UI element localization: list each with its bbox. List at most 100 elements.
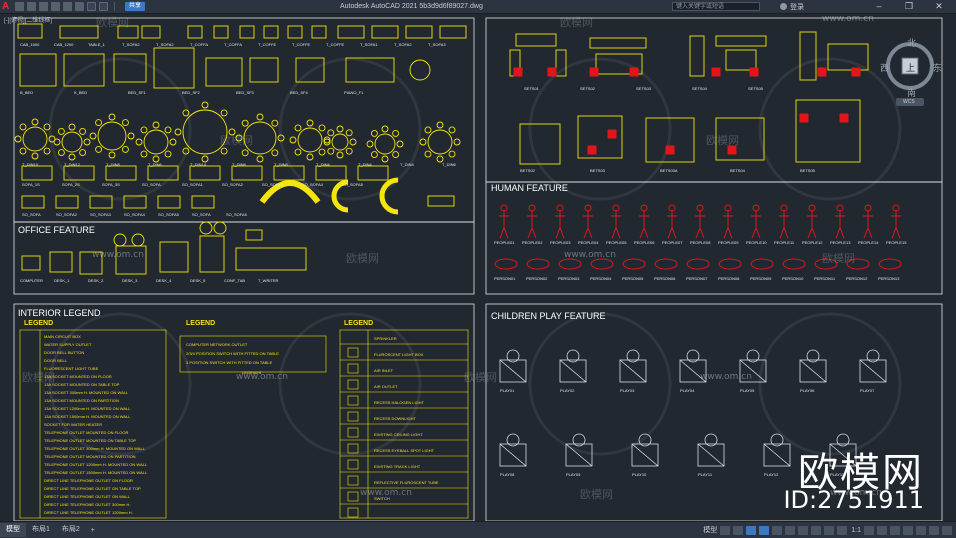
legend-row: TELEPHONE OUTLET 300mm H. MOUNTED ON WAL… xyxy=(44,446,145,451)
chair xyxy=(127,132,135,140)
furniture-block xyxy=(239,25,255,39)
person-figure xyxy=(528,204,536,212)
web-mobile-icon[interactable] xyxy=(63,2,72,11)
play-label: PLAY10 xyxy=(632,472,647,477)
chair xyxy=(318,124,326,132)
block-label: T_DIN8 xyxy=(106,162,120,167)
person-label: PERSON01 xyxy=(494,276,516,281)
tab-layout1[interactable]: 布局1 xyxy=(26,523,56,537)
viewcube-top-face[interactable]: 上 xyxy=(906,61,915,74)
legend-row: DIRECT LINE TELEPHONE OUTLET 300mm H. xyxy=(44,502,131,507)
customize-menu-icon[interactable] xyxy=(942,525,952,535)
grid-icon[interactable] xyxy=(720,525,731,535)
furniture-block xyxy=(59,25,99,39)
person-label: PERSON11 xyxy=(814,276,836,281)
legend-symbol xyxy=(347,347,359,358)
sofa-block xyxy=(315,165,347,181)
person-label: PERSON08 xyxy=(718,276,740,281)
chair xyxy=(294,148,302,156)
login-area[interactable]: 登录 xyxy=(780,0,804,13)
furniture-block xyxy=(187,25,203,39)
toolbar-separator xyxy=(114,2,115,11)
autocad-logo-icon[interactable]: A xyxy=(2,1,12,12)
settings-gear-icon[interactable] xyxy=(864,525,874,535)
legend-symbol xyxy=(347,411,359,422)
legend-row: 13A SOCKET MOUNTED ON TABLE TOP xyxy=(44,382,120,387)
legend-row: DOOR BELL xyxy=(44,358,67,363)
chair xyxy=(31,118,39,126)
wcs-menu[interactable]: WCS xyxy=(903,99,915,105)
add-layout-button[interactable]: + xyxy=(86,527,100,534)
block-label: T_COFFA xyxy=(224,42,243,47)
red-accent xyxy=(851,67,861,77)
person-figure xyxy=(779,211,789,239)
ortho-icon[interactable] xyxy=(746,525,757,535)
person-label: PEOPLE08 xyxy=(690,240,711,245)
undo-icon[interactable] xyxy=(87,2,96,11)
add-icon[interactable] xyxy=(877,525,887,535)
dining-table xyxy=(22,126,48,152)
block-label: T_COFFE xyxy=(292,42,311,47)
furniture-block xyxy=(263,25,279,39)
block-label: PIANO_F1 xyxy=(344,90,364,95)
open-file-icon[interactable] xyxy=(27,2,36,11)
red-accent xyxy=(589,67,599,77)
save-icon[interactable] xyxy=(39,2,48,11)
person-label: PERSON09 xyxy=(750,276,772,281)
viewcube-north[interactable]: 北 xyxy=(907,36,916,49)
transparency-icon[interactable] xyxy=(811,525,822,535)
annotation-icon[interactable] xyxy=(837,525,848,535)
search-input[interactable]: 键入关键字或短语 xyxy=(672,2,760,11)
viewcube-east[interactable]: 东 xyxy=(933,61,942,74)
chair xyxy=(31,152,39,160)
workspace-icon[interactable] xyxy=(890,525,900,535)
furniture-block xyxy=(405,25,433,39)
snap-icon[interactable] xyxy=(733,525,744,535)
share-button[interactable]: 共享 xyxy=(125,2,146,11)
chair xyxy=(448,126,456,134)
living-label: BETS05 xyxy=(800,168,815,173)
hardware-acceleration-icon[interactable] xyxy=(916,525,926,535)
viewcube-west[interactable]: 西 xyxy=(880,61,889,74)
block-label: SO_SOFA4 xyxy=(124,212,145,217)
new-file-icon[interactable] xyxy=(15,2,24,11)
chair xyxy=(256,113,264,121)
osnap-icon[interactable] xyxy=(772,525,783,535)
legend-row: 13A SOCKET MOUNTED ON PARTITION xyxy=(44,398,119,403)
block-label: SO_SOFA4 xyxy=(302,182,323,187)
isolate-objects-icon[interactable] xyxy=(903,525,913,535)
legend-row: RECESS DOWNLIGHT xyxy=(374,416,417,421)
login-label[interactable]: 登录 xyxy=(790,2,804,12)
furniture-block xyxy=(141,25,161,39)
person-figure xyxy=(583,211,593,239)
view-control-label[interactable]: [-][俯视][二维线框] xyxy=(4,15,52,24)
model-space-label[interactable]: 模型 xyxy=(703,525,717,535)
person-figure xyxy=(807,211,817,239)
print-icon[interactable] xyxy=(75,2,84,11)
chair xyxy=(396,140,404,148)
block-label: T_DIN8 xyxy=(232,162,246,167)
chair xyxy=(121,119,129,127)
fullscreen-icon[interactable] xyxy=(929,525,939,535)
viewcube[interactable]: 北 南 东 西 上 WCS xyxy=(878,36,942,114)
viewcube-south[interactable]: 南 xyxy=(907,86,916,99)
selection-cycling-icon[interactable] xyxy=(824,525,835,535)
minimize-button[interactable]: – xyxy=(868,0,890,13)
tab-layout2[interactable]: 布局2 xyxy=(56,523,86,537)
watermark-url: www.om.cn xyxy=(822,14,874,24)
chair xyxy=(113,233,127,247)
lineweight-icon[interactable] xyxy=(798,525,809,535)
drawing-canvas[interactable]: [-][俯视][二维线框] OFFICE FEATURE HUMAN FEATU… xyxy=(0,14,956,521)
legend-row: 3 POSITION SWITCH WITH FITTED ON TABLE xyxy=(186,360,273,365)
save-as-icon[interactable] xyxy=(51,2,60,11)
block-label: T_COFFE xyxy=(326,42,345,47)
annotation-scale[interactable]: 1:1 xyxy=(851,527,861,534)
sofa-block xyxy=(157,195,181,209)
polar-icon[interactable] xyxy=(759,525,770,535)
close-button[interactable]: ✕ xyxy=(928,0,950,13)
tab-model[interactable]: 模型 xyxy=(0,523,26,537)
redo-icon[interactable] xyxy=(99,2,108,11)
restore-button[interactable]: ❐ xyxy=(898,0,920,13)
dining-table xyxy=(297,127,323,153)
otrack-icon[interactable] xyxy=(785,525,796,535)
